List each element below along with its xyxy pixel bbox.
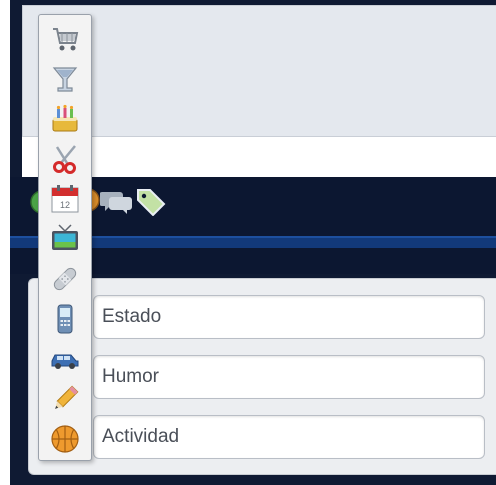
car-icon[interactable] xyxy=(49,343,81,375)
humor-field[interactable]: Humor xyxy=(93,355,485,399)
cocktail-glass-icon[interactable] xyxy=(49,63,81,95)
tv-icon[interactable] xyxy=(49,223,81,255)
pencil-icon[interactable] xyxy=(49,383,81,415)
icon-picker-menu: 12 xyxy=(38,14,92,461)
basketball-icon[interactable] xyxy=(49,423,81,455)
shopping-cart-icon[interactable] xyxy=(49,23,81,55)
tag-icon[interactable] xyxy=(134,186,168,221)
text-input-strip[interactable] xyxy=(22,136,496,178)
actividad-label: Actividad xyxy=(102,426,180,447)
bandage-icon[interactable] xyxy=(49,263,81,295)
actividad-field[interactable]: Actividad xyxy=(93,415,485,459)
humor-label: Humor xyxy=(102,366,160,387)
scissors-icon[interactable] xyxy=(49,143,81,175)
content-panel xyxy=(22,5,496,137)
estado-field[interactable]: Estado xyxy=(93,295,485,339)
mobile-phone-icon[interactable] xyxy=(49,303,81,335)
estado-label: Estado xyxy=(102,306,162,327)
birthday-cake-icon[interactable] xyxy=(49,103,81,135)
calendar-icon[interactable]: 12 xyxy=(49,183,81,215)
calendar-day: 12 xyxy=(60,200,70,210)
chat-bubbles-icon[interactable] xyxy=(99,186,134,221)
